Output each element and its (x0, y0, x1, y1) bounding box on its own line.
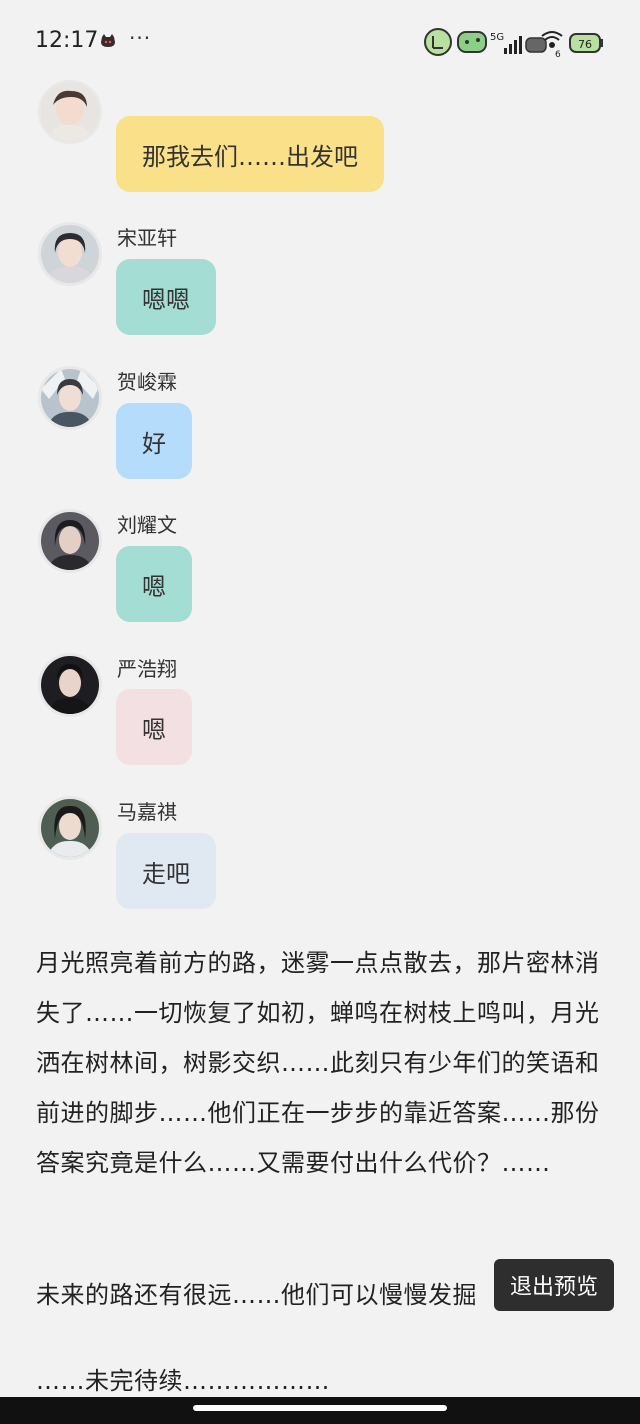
battery-saver-icon (424, 28, 452, 56)
narration-paragraph: 月光照亮着前方的路，迷雾一点点散去，那片密林消失了……一切恢复了如初，蝉鸣在树枝… (36, 949, 600, 1177)
home-gesture-bar[interactable] (193, 1405, 447, 1411)
sender-name: 严浩翔 (117, 657, 177, 681)
more-notifications-icon: ··· (129, 26, 152, 50)
status-time: 12:17 (35, 28, 99, 53)
avatar[interactable] (38, 796, 102, 860)
avatar[interactable] (38, 509, 102, 573)
sender-name: 刘耀文 (117, 513, 177, 537)
exit-preview-button[interactable]: 退出预览 (494, 1259, 614, 1311)
avatar[interactable] (38, 653, 102, 717)
svg-text:6: 6 (555, 50, 561, 60)
battery-icon: 76 (569, 33, 603, 53)
svg-text:5G: 5G (490, 32, 504, 43)
svg-text:76: 76 (578, 38, 592, 51)
message-bubble: 嗯 (116, 546, 192, 622)
sender-name: 马嘉祺 (117, 800, 177, 824)
signal-icon (504, 36, 522, 54)
cat-paw-icon (525, 37, 547, 53)
message-bubble: 嗯嗯 (116, 259, 216, 335)
home-indicator (0, 1397, 640, 1424)
avatar[interactable] (38, 80, 102, 144)
message-bubble: 嗯 (116, 689, 192, 765)
message-bubble: 走吧 (116, 833, 216, 909)
status-bar: 12:17 ··· 5G 6 76 (0, 0, 640, 88)
message-bubble: 好 (116, 403, 192, 479)
sender-name: 宋亚轩 (117, 226, 177, 250)
cat-notification-icon (101, 34, 115, 47)
gamepad-icon (457, 31, 487, 53)
avatar[interactable] (38, 366, 102, 430)
message-bubble: 那我去们……出发吧 (116, 116, 384, 192)
sender-name: 贺峻霖 (117, 370, 177, 394)
avatar[interactable] (38, 222, 102, 286)
status-icons: 5G 6 76 (424, 28, 603, 60)
